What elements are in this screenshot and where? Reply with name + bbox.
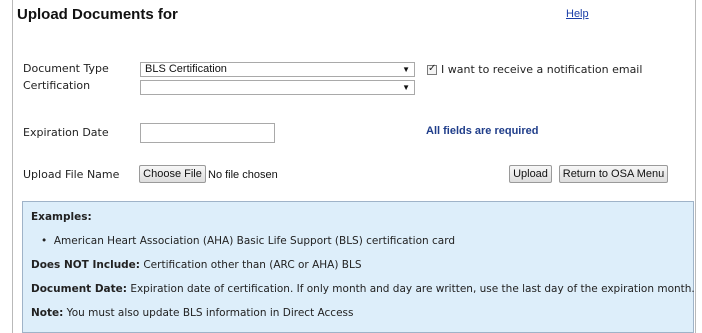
does-not-include-text: Certification other than (ARC or AHA) BL… bbox=[140, 259, 362, 271]
notification-option: ✓ I want to receive a notification email bbox=[427, 63, 642, 76]
expiration-date-input[interactable] bbox=[140, 123, 275, 143]
required-note: All fields are required bbox=[426, 125, 539, 137]
notification-checkbox-label: I want to receive a notification email bbox=[441, 63, 643, 76]
note-label: Note: bbox=[31, 307, 64, 319]
document-type-label: Document Type bbox=[23, 62, 109, 75]
chevron-down-icon: ▼ bbox=[402, 65, 410, 74]
certification-select[interactable]: ▼ bbox=[140, 80, 415, 95]
document-type-select[interactable]: BLS Certification ▼ bbox=[140, 62, 415, 77]
example-list-item: • American Heart Association (AHA) Basic… bbox=[41, 235, 455, 247]
does-not-include-line: Does NOT Include: Certification other th… bbox=[31, 259, 362, 271]
expiration-date-label: Expiration Date bbox=[23, 126, 109, 139]
example-item-text: American Heart Association (AHA) Basic L… bbox=[53, 235, 456, 247]
document-type-value: BLS Certification bbox=[145, 63, 227, 75]
examples-heading: Examples: bbox=[31, 211, 92, 223]
choose-file-button[interactable]: Choose File bbox=[139, 165, 206, 183]
upload-file-label: Upload File Name bbox=[23, 168, 120, 181]
document-date-text: Expiration date of certification. If onl… bbox=[126, 283, 695, 295]
check-icon: ✓ bbox=[428, 62, 437, 74]
does-not-include-label: Does NOT Include: bbox=[31, 259, 141, 271]
note-line: Note: You must also update BLS informati… bbox=[31, 307, 353, 319]
document-date-label: Document Date: bbox=[31, 283, 127, 295]
note-text: You must also update BLS information in … bbox=[63, 307, 354, 319]
chevron-down-icon: ▼ bbox=[402, 83, 410, 92]
bullet-icon: • bbox=[41, 235, 54, 247]
page-title: Upload Documents for bbox=[17, 6, 178, 23]
notification-checkbox[interactable]: ✓ bbox=[427, 62, 437, 75]
document-date-line: Document Date: Expiration date of certif… bbox=[31, 283, 695, 295]
no-file-chosen-text: No file chosen bbox=[208, 169, 278, 181]
examples-panel: Examples: • American Heart Association (… bbox=[22, 201, 695, 333]
upload-button[interactable]: Upload bbox=[509, 165, 552, 183]
certification-label: Certification bbox=[23, 79, 91, 92]
examples-heading-text: Examples: bbox=[31, 211, 92, 223]
help-link[interactable]: Help bbox=[566, 8, 589, 20]
return-to-menu-button[interactable]: Return to OSA Menu bbox=[559, 165, 668, 183]
